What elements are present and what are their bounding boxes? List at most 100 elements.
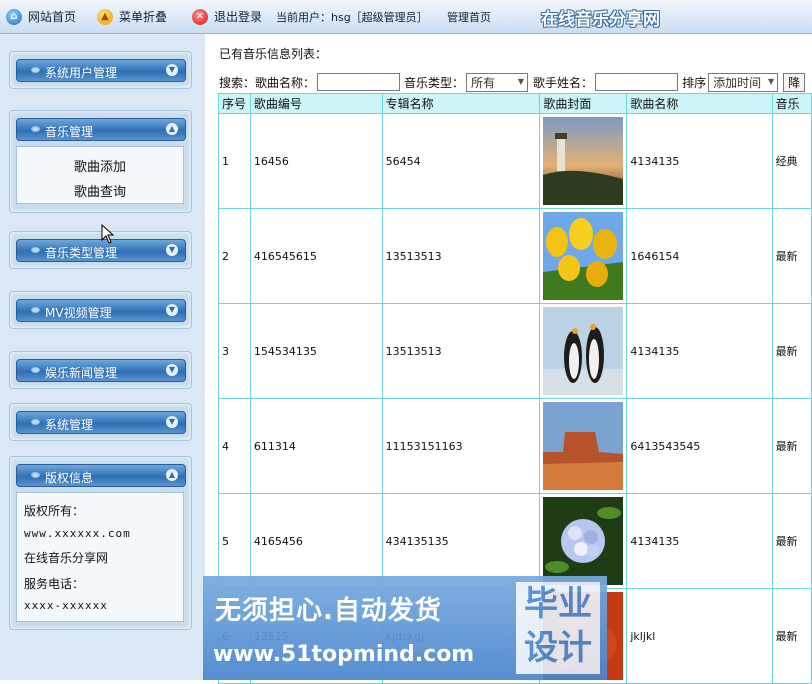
cell-type: 最新: [771, 208, 812, 304]
cell-type: 最新: [771, 303, 812, 399]
col-header: 音乐: [771, 93, 812, 114]
top-bar: ⌂ 网站首页 ▲ 菜单折叠 ✕ 退出登录 当前用户：hsg［超级管理员］ 管理首…: [0, 0, 812, 34]
bullet-icon: [31, 247, 40, 253]
singer-label: 歌手姓名：: [533, 75, 594, 90]
nav-logout[interactable]: ✕ 退出登录: [192, 8, 262, 25]
copyright-site-name: 在线音乐分享网: [24, 551, 109, 565]
panel-title: 音乐管理: [45, 125, 94, 139]
home-icon: ⌂: [6, 8, 22, 25]
cell-code: 611314: [249, 398, 383, 494]
watermark-url: www.51topmind.com: [213, 642, 475, 667]
search-bar: 搜索： 歌曲名称： 音乐类型： 所有 歌手姓名： 排序 添加时间 降: [219, 71, 812, 93]
menu-item-query-song[interactable]: 歌曲查询: [17, 181, 183, 200]
panel-copyright: 版权信息 ▲ 版权所有： www.xxxxxx.com 在线音乐分享网 服务电话…: [9, 456, 192, 630]
chevron-down-icon[interactable]: ▼: [166, 364, 178, 376]
chevron-up-icon[interactable]: ▲: [166, 123, 178, 135]
nav-logout-label: 退出登录: [214, 10, 263, 24]
cell-cover: [539, 208, 628, 304]
cell-type: 经典: [771, 113, 812, 209]
cover-image-hydrangea[interactable]: [543, 497, 624, 585]
sort-select[interactable]: 添加时间: [708, 72, 779, 92]
cell-name: jkljkl: [626, 588, 773, 684]
panel-header-news[interactable]: 娱乐新闻管理 ▼: [16, 359, 186, 382]
nav-fold-label: 菜单折叠: [119, 10, 168, 24]
cell-name: 1646154: [626, 208, 773, 304]
panel-body-copyright: 版权所有： www.xxxxxx.com 在线音乐分享网 服务电话： xxxx-…: [16, 492, 184, 622]
cover-image-lighthouse[interactable]: [543, 117, 624, 205]
col-header: 歌曲封面: [539, 93, 628, 114]
cell-album: 11153151163: [381, 398, 541, 494]
admin-home-link[interactable]: 管理首页: [447, 9, 491, 25]
cell-album: 56454: [381, 113, 541, 209]
bullet-icon: [31, 367, 40, 373]
type-select[interactable]: 所有: [466, 72, 529, 92]
cell-album: 13513513: [381, 303, 541, 399]
table-row: 4 611314 11153151163 6413543545 最新: [218, 398, 812, 494]
nav-fold-menu[interactable]: ▲ 菜单折叠: [97, 8, 167, 25]
cover-image-tulips[interactable]: [543, 212, 624, 300]
cell-type: 最新: [771, 588, 812, 684]
panel-title: MV视频管理: [45, 306, 112, 320]
copyright-website: www.xxxxxx.com: [24, 527, 131, 540]
panel-title: 系统用户管理: [45, 66, 118, 80]
cell-code: 4165456: [249, 493, 383, 589]
panel-title: 系统管理: [45, 418, 94, 432]
search-label: 搜索：: [219, 75, 256, 90]
panel-header-system-users[interactable]: 系统用户管理 ▼: [16, 59, 186, 82]
song-name-label: 歌曲名称：: [255, 75, 316, 90]
sort-select-value: 添加时间: [713, 75, 762, 90]
copyright-owner-label: 版权所有：: [24, 504, 85, 518]
nav-home[interactable]: ⌂ 网站首页: [6, 8, 76, 25]
cell-album: 13513513: [381, 208, 541, 304]
watermark-badge: 毕业 设计: [516, 582, 600, 674]
panel-header-mv[interactable]: MV视频管理 ▼: [16, 299, 186, 322]
site-title: 在线音乐分享网: [541, 10, 660, 30]
sort-label: 排序: [682, 75, 707, 90]
cell-code: 416545615: [249, 208, 383, 304]
type-select-value: 所有: [471, 75, 496, 90]
chevron-up-icon[interactable]: ▲: [166, 469, 178, 481]
panel-system: 系统管理 ▼: [9, 403, 192, 441]
bullet-icon: [31, 126, 40, 132]
cell-name: 4134135: [626, 303, 773, 399]
panel-title: 版权信息: [45, 471, 94, 485]
bullet-icon: [31, 307, 40, 313]
chevron-down-icon[interactable]: ▼: [166, 64, 178, 76]
col-header: 专辑名称: [381, 93, 541, 114]
list-title: 已有音乐信息列表：: [219, 47, 328, 61]
cell-code: 16456: [249, 113, 383, 209]
menu-item-add-song[interactable]: 歌曲添加: [17, 156, 183, 175]
nav-home-label: 网站首页: [28, 10, 77, 24]
copyright-phone: xxxx-xxxxxx: [24, 599, 108, 612]
cover-image-penguins[interactable]: [543, 307, 624, 395]
panel-music: 音乐管理 ▲ 歌曲添加 歌曲查询: [9, 110, 192, 213]
cell-album: 434135135: [381, 493, 541, 589]
song-name-input[interactable]: [317, 73, 401, 91]
cell-name: 4134135: [626, 493, 773, 589]
panel-mv: MV视频管理 ▼: [9, 291, 192, 329]
panel-header-system[interactable]: 系统管理 ▼: [16, 411, 186, 434]
chevron-down-icon[interactable]: ▼: [166, 244, 178, 256]
mouse-cursor-icon: [101, 224, 115, 244]
cover-image-desert[interactable]: [543, 402, 624, 490]
fold-menu-icon: ▲: [97, 8, 113, 25]
panel-system-users: 系统用户管理 ▼: [9, 51, 192, 89]
chevron-down-icon[interactable]: ▼: [166, 304, 178, 316]
table-row: 5 4165456 434135135 4134135 最新: [218, 493, 812, 589]
type-label: 音乐类型：: [404, 75, 465, 90]
cell-name: 6413543545: [626, 398, 773, 494]
panel-header-copyright[interactable]: 版权信息 ▲: [16, 464, 186, 487]
panel-header-music[interactable]: 音乐管理 ▲: [16, 118, 186, 141]
table-row: 1 16456 56454 4134135 经典: [218, 113, 812, 209]
panel-title: 音乐类型管理: [45, 246, 118, 260]
current-user: 当前用户：hsg［超级管理员］: [276, 11, 428, 24]
col-header: 序号: [218, 93, 251, 114]
cell-name: 4134135: [626, 113, 773, 209]
chevron-down-icon[interactable]: ▼: [166, 416, 178, 428]
bullet-icon: [31, 472, 40, 478]
cell-no: 2: [218, 208, 251, 304]
singer-input[interactable]: [595, 73, 679, 91]
copyright-phone-label: 服务电话：: [24, 577, 85, 591]
cell-no: 4: [218, 398, 251, 494]
order-button[interactable]: 降: [783, 72, 806, 92]
